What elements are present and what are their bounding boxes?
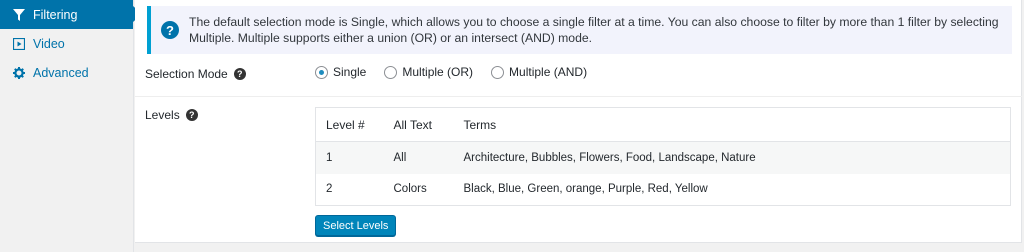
levels-label: Levels bbox=[145, 108, 180, 122]
gear-icon bbox=[13, 66, 25, 79]
help-icon[interactable]: ? bbox=[233, 68, 246, 80]
levels-row: Levels ? Level # All Text Terms 1 All Ar… bbox=[135, 96, 1022, 243]
selection-mode-radios: Single Multiple (OR) Multiple (AND) bbox=[315, 65, 605, 79]
tab-advanced[interactable]: Advanced bbox=[0, 58, 133, 87]
column-header-level: Level # bbox=[315, 107, 384, 142]
select-levels-button[interactable]: Select Levels bbox=[315, 215, 397, 236]
cell-level: 1 bbox=[326, 151, 333, 164]
question-icon: ? bbox=[161, 21, 179, 39]
sidebar: Filtering Video Advanced bbox=[0, 0, 142, 252]
cell-level: 2 bbox=[326, 183, 333, 196]
table-row[interactable]: 2 Colors Black, Blue, Green, orange, Pur… bbox=[316, 174, 1011, 206]
levels-label-wrap: Levels ? bbox=[145, 108, 198, 122]
radio-single-label: Single bbox=[333, 65, 367, 79]
filter-icon bbox=[13, 8, 25, 21]
notice-text: The default selection mode is Single, wh… bbox=[189, 15, 999, 45]
radio-multiple-and[interactable]: Multiple (AND) bbox=[491, 65, 587, 79]
settings-panel: ? The default selection mode is Single, … bbox=[135, 0, 1022, 243]
tab-filtering[interactable]: Filtering bbox=[0, 0, 142, 29]
table-header-row: Level # All Text Terms bbox=[315, 107, 1011, 142]
help-icon[interactable]: ? bbox=[185, 109, 198, 121]
tab-video[interactable]: Video bbox=[0, 29, 133, 58]
radio-multiple-and-circle[interactable] bbox=[491, 65, 505, 79]
selection-mode-row: Selection Mode ? Single Multiple (OR) Mu… bbox=[135, 58, 1022, 96]
video-icon bbox=[13, 37, 25, 50]
cell-all-text: All bbox=[393, 151, 407, 164]
selection-mode-label-wrap: Selection Mode ? bbox=[145, 67, 246, 81]
info-notice: ? The default selection mode is Single, … bbox=[147, 6, 1012, 54]
column-header-all-text: All Text bbox=[383, 107, 454, 142]
cell-terms: Black, Blue, Green, orange, Purple, Red,… bbox=[463, 183, 708, 196]
tab-advanced-label: Advanced bbox=[33, 65, 89, 80]
levels-table: Level # All Text Terms 1 All Architectur… bbox=[315, 107, 1011, 206]
radio-multiple-or-circle[interactable] bbox=[384, 65, 398, 79]
radio-multiple-or[interactable]: Multiple (OR) bbox=[384, 65, 473, 79]
radio-single[interactable]: Single bbox=[315, 65, 366, 79]
cell-terms: Architecture, Bubbles, Flowers, Food, La… bbox=[463, 151, 756, 164]
selection-mode-label: Selection Mode bbox=[145, 67, 228, 81]
column-header-terms: Terms bbox=[453, 107, 1011, 142]
tab-filtering-label: Filtering bbox=[33, 7, 78, 22]
cell-all-text: Colors bbox=[393, 183, 427, 196]
table-row[interactable]: 1 All Architecture, Bubbles, Flowers, Fo… bbox=[315, 141, 1011, 174]
radio-multiple-and-label: Multiple (AND) bbox=[509, 65, 588, 79]
tab-video-label: Video bbox=[33, 36, 65, 51]
radio-single-circle[interactable] bbox=[315, 65, 328, 79]
radio-multiple-or-label: Multiple (OR) bbox=[402, 65, 474, 79]
